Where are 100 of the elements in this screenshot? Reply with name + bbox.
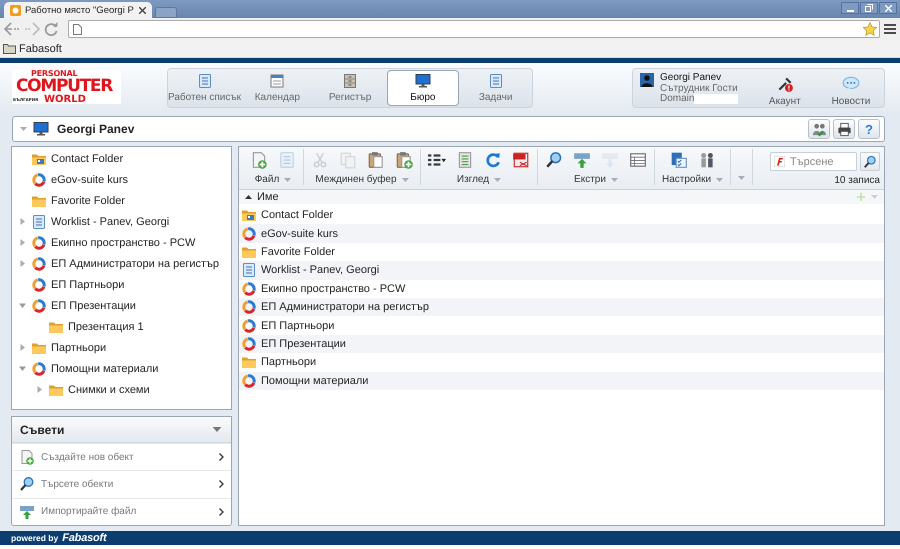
- bookmark-link[interactable]: Fabasoft: [19, 42, 62, 54]
- account-button[interactable]: Акаунт: [752, 73, 818, 107]
- forward-icon[interactable]: [24, 22, 40, 36]
- toolbar-group-label[interactable]: Файл: [254, 174, 280, 185]
- toolbar-group-label[interactable]: Настройки: [662, 174, 712, 185]
- pdf-icon[interactable]: [512, 151, 530, 169]
- tree-item[interactable]: ЕП Партньори: [12, 274, 231, 295]
- brand-logo[interactable]: Fabasoft: [62, 532, 106, 544]
- refresh-icon[interactable]: [484, 151, 502, 169]
- ring-icon: [241, 299, 257, 316]
- search-icon[interactable]: [545, 151, 563, 169]
- list-row[interactable]: Contact Folder: [239, 206, 884, 224]
- tip-link[interactable]: Импортирайте файл: [12, 498, 231, 525]
- chevron-icon: [219, 480, 224, 488]
- record-count: 10 записа: [834, 175, 880, 186]
- user-name[interactable]: Georgi Panev: [660, 73, 752, 84]
- tips-title: Съвети: [20, 422, 64, 436]
- ring-icon: [241, 226, 257, 242]
- upload-icon[interactable]: [573, 151, 591, 169]
- list-row[interactable]: Помощни материали: [239, 372, 884, 390]
- toolbar-group-label[interactable]: Изглед: [456, 174, 490, 185]
- expander-icon[interactable]: [18, 239, 26, 246]
- tip-link[interactable]: Търсете обекти: [12, 470, 231, 498]
- details-icon[interactable]: [456, 151, 474, 169]
- caret-icon: [20, 127, 27, 131]
- menu-icon[interactable]: [884, 24, 896, 34]
- search-icon: [19, 476, 35, 492]
- back-icon[interactable]: [4, 22, 20, 36]
- news-button[interactable]: Новости: [818, 73, 884, 107]
- ring-icon: [31, 172, 47, 188]
- close-button[interactable]: [879, 2, 897, 14]
- column-header[interactable]: Име: [257, 191, 279, 203]
- ring-icon: [31, 360, 47, 376]
- tree-item[interactable]: eGov-suite kurs: [12, 169, 231, 190]
- caret-icon: [716, 178, 724, 182]
- list-row[interactable]: ЕП Партньори: [239, 316, 884, 335]
- nav-tab[interactable]: Задачи: [459, 69, 532, 107]
- list-row[interactable]: ЕП Презентации: [239, 334, 884, 354]
- new-tab-button[interactable]: [155, 7, 177, 18]
- search-field[interactable]: Търсене: [770, 152, 857, 171]
- ring-icon: [31, 298, 47, 314]
- expander-icon[interactable]: [18, 365, 26, 372]
- tree-item[interactable]: ЕП Презентации: [12, 295, 231, 316]
- close-icon[interactable]: [139, 6, 146, 14]
- paste-new-icon[interactable]: [395, 151, 413, 169]
- list-row[interactable]: Екипно пространство - PCW: [239, 280, 884, 298]
- sort-icon[interactable]: [245, 195, 252, 199]
- list-row[interactable]: ЕП Администратори на регистър: [239, 298, 884, 316]
- nav-tab[interactable]: Бюро: [386, 70, 460, 106]
- toolbar-group-label[interactable]: Междинен буфер: [315, 174, 397, 185]
- nav-tab[interactable]: Работен списък: [168, 69, 241, 107]
- clipboard-icon: [31, 214, 47, 230]
- app-logo-icon: [774, 156, 785, 167]
- breadcrumb-title[interactable]: Georgi Panev: [57, 122, 134, 136]
- tree-item[interactable]: Презентация 1: [12, 316, 231, 337]
- expander-icon[interactable]: [18, 218, 26, 225]
- list-row[interactable]: Worklist - Panev, Georgi: [239, 261, 884, 280]
- tree-item[interactable]: Екипно пространство - PCW: [12, 232, 231, 253]
- help-button[interactable]: ?: [858, 119, 880, 139]
- share-button[interactable]: [808, 119, 830, 139]
- tree-item[interactable]: Помощни материали: [12, 358, 231, 379]
- tree-item[interactable]: Worklist - Panev, Georgi: [12, 211, 231, 232]
- list-row[interactable]: eGov-suite kurs: [239, 224, 884, 243]
- table-icon[interactable]: [629, 151, 647, 169]
- nav-tab[interactable]: Календар: [241, 69, 314, 107]
- expander-icon[interactable]: [18, 302, 26, 309]
- settings-icon[interactable]: [670, 151, 688, 169]
- tree-item[interactable]: Favorite Folder: [12, 190, 231, 211]
- restore-button[interactable]: [860, 2, 878, 14]
- expander-icon[interactable]: [18, 344, 26, 351]
- search-button[interactable]: [860, 152, 880, 171]
- list-row[interactable]: Партньори: [239, 353, 884, 372]
- page-icon: [73, 24, 82, 34]
- expander-icon[interactable]: [36, 386, 42, 393]
- print-button[interactable]: [833, 119, 855, 139]
- minimize-button[interactable]: [841, 2, 859, 14]
- paste-icon[interactable]: [367, 151, 385, 169]
- browser-tab[interactable]: Работно място "Georgi P: [4, 2, 152, 18]
- list-row[interactable]: Favorite Folder: [239, 242, 884, 262]
- toolbar-group-label[interactable]: Екстри: [574, 174, 606, 185]
- clipboard-icon: [241, 262, 257, 278]
- monitor-icon: [33, 121, 49, 137]
- domain-label: Domain: [660, 94, 694, 104]
- address-field[interactable]: [68, 20, 880, 38]
- tree-item[interactable]: Партньори: [12, 337, 231, 358]
- tree-item[interactable]: Снимки и схеми: [12, 379, 231, 400]
- tips-header[interactable]: Съвети: [12, 417, 231, 443]
- new-document-icon[interactable]: [250, 151, 268, 169]
- tree-item[interactable]: ЕП Администратори на регистър: [12, 253, 231, 274]
- people-icon: [812, 122, 826, 136]
- caret-icon: [610, 178, 618, 182]
- caret-icon: [284, 178, 292, 182]
- tree-item[interactable]: Contact Folder: [12, 148, 231, 169]
- caret-icon[interactable]: [738, 176, 746, 180]
- tip-link[interactable]: Създайте нов обект: [12, 443, 231, 470]
- reload-icon[interactable]: [44, 22, 58, 36]
- star-icon[interactable]: [863, 22, 877, 36]
- expander-icon[interactable]: [18, 260, 26, 267]
- nav-tab[interactable]: Регистър: [314, 69, 386, 107]
- user-role: Сътрудник Гости: [660, 84, 739, 94]
